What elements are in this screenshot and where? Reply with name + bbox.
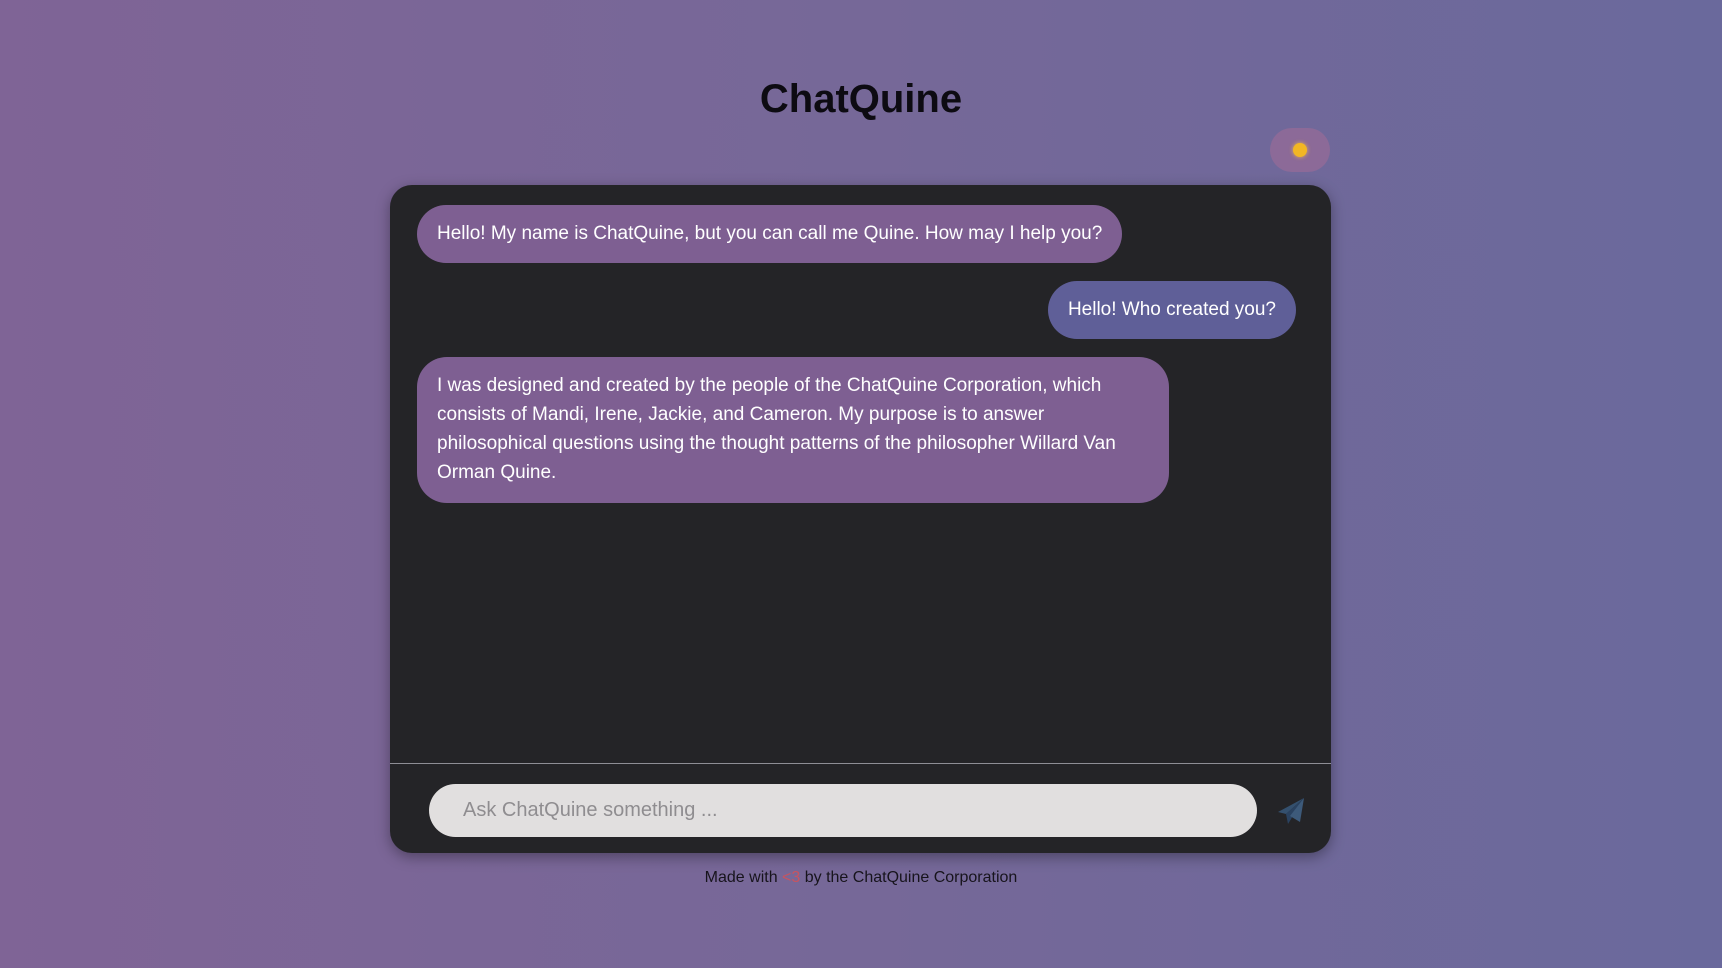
heart-text: <3 xyxy=(782,869,801,886)
message-list: Hello! My name is ChatQuine, but you can… xyxy=(390,185,1331,763)
footer-suffix: by the ChatQuine Corporation xyxy=(800,869,1018,886)
send-button[interactable] xyxy=(1276,797,1306,825)
chat-window: Hello! My name is ChatQuine, but you can… xyxy=(390,185,1331,853)
input-bar xyxy=(390,764,1331,853)
user-message: Hello! Who created you? xyxy=(1047,281,1296,339)
footer-prefix: Made with xyxy=(704,869,783,886)
paper-plane-icon xyxy=(1278,798,1304,824)
sun-icon xyxy=(1293,143,1307,157)
bot-message: Hello! My name is ChatQuine, but you can… xyxy=(417,205,1123,263)
chat-input[interactable] xyxy=(429,784,1257,837)
bot-message: I was designed and created by the people… xyxy=(417,357,1169,503)
theme-toggle-button[interactable] xyxy=(1270,128,1330,172)
footer: Made with <3 by the ChatQuine Corporatio… xyxy=(0,867,1722,889)
page-title: ChatQuine xyxy=(759,77,963,121)
